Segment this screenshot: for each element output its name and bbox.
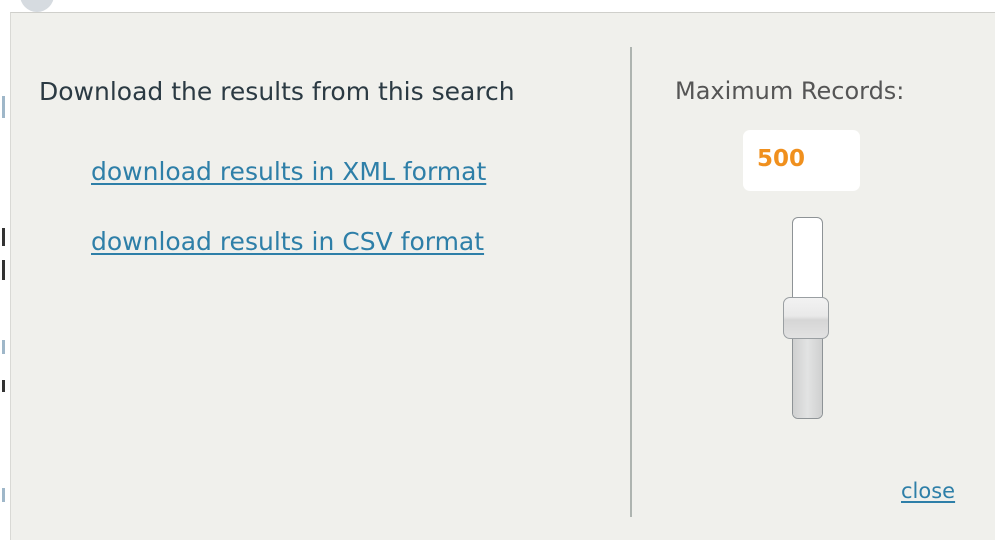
download-pane: Download the results from this search do… xyxy=(11,13,631,540)
max-records-input[interactable] xyxy=(757,146,847,172)
dialog-heading: Download the results from this search xyxy=(39,77,515,106)
background-edge-mark xyxy=(2,228,5,246)
background-edge-mark xyxy=(2,488,5,502)
background-avatar-fragment xyxy=(20,0,54,12)
background-edge-mark xyxy=(2,340,5,354)
max-records-slider-handle[interactable] xyxy=(783,297,829,339)
max-records-label: Maximum Records: xyxy=(675,77,905,105)
background-edge-mark xyxy=(2,260,5,280)
page: Download the results from this search do… xyxy=(0,0,995,540)
close-link[interactable]: close xyxy=(901,479,955,503)
pane-divider xyxy=(630,47,632,517)
max-records-box xyxy=(743,130,860,191)
download-dialog: Download the results from this search do… xyxy=(10,12,995,540)
background-edge-mark xyxy=(2,96,5,118)
download-xml-link[interactable]: download results in XML format xyxy=(91,157,486,186)
download-csv-link[interactable]: download results in CSV format xyxy=(91,227,484,256)
background-edge-mark xyxy=(2,380,5,392)
